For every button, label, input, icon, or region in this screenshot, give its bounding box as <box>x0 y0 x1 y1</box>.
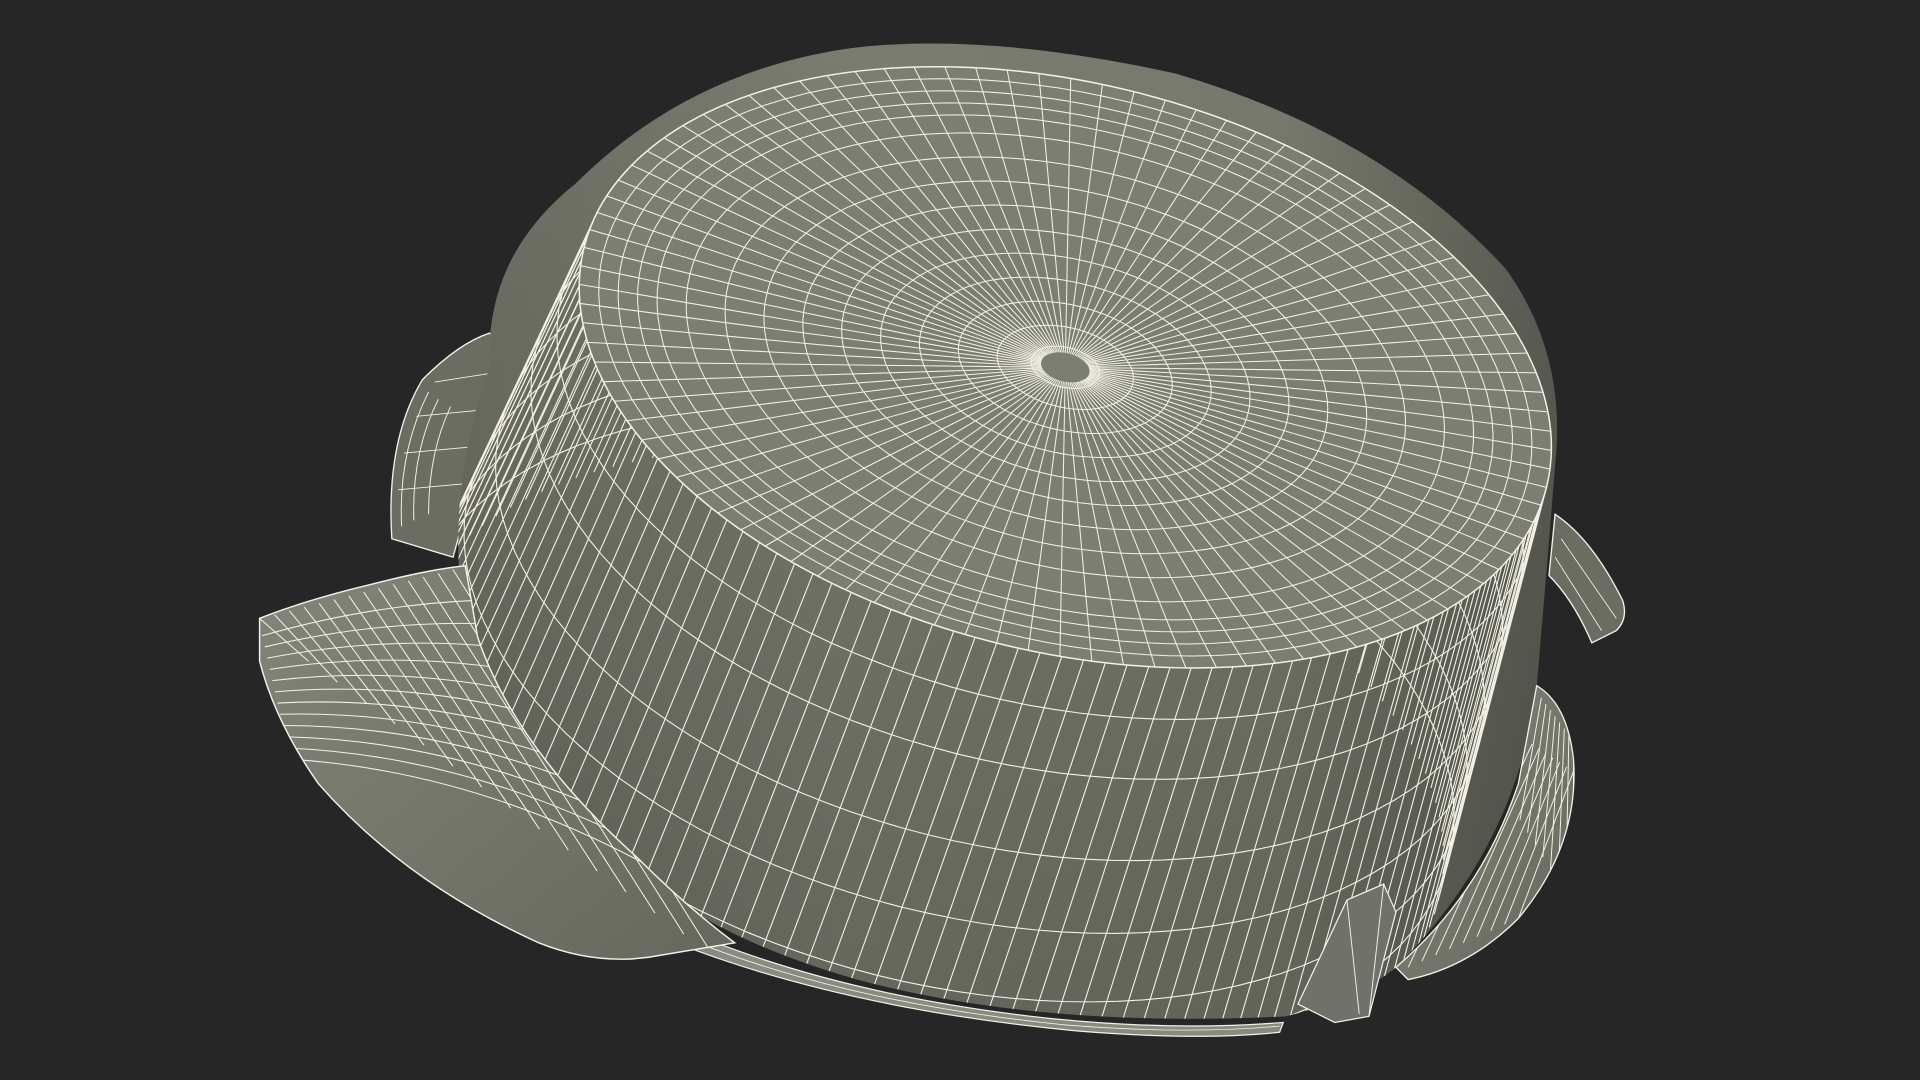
render-viewport <box>0 0 1920 1080</box>
